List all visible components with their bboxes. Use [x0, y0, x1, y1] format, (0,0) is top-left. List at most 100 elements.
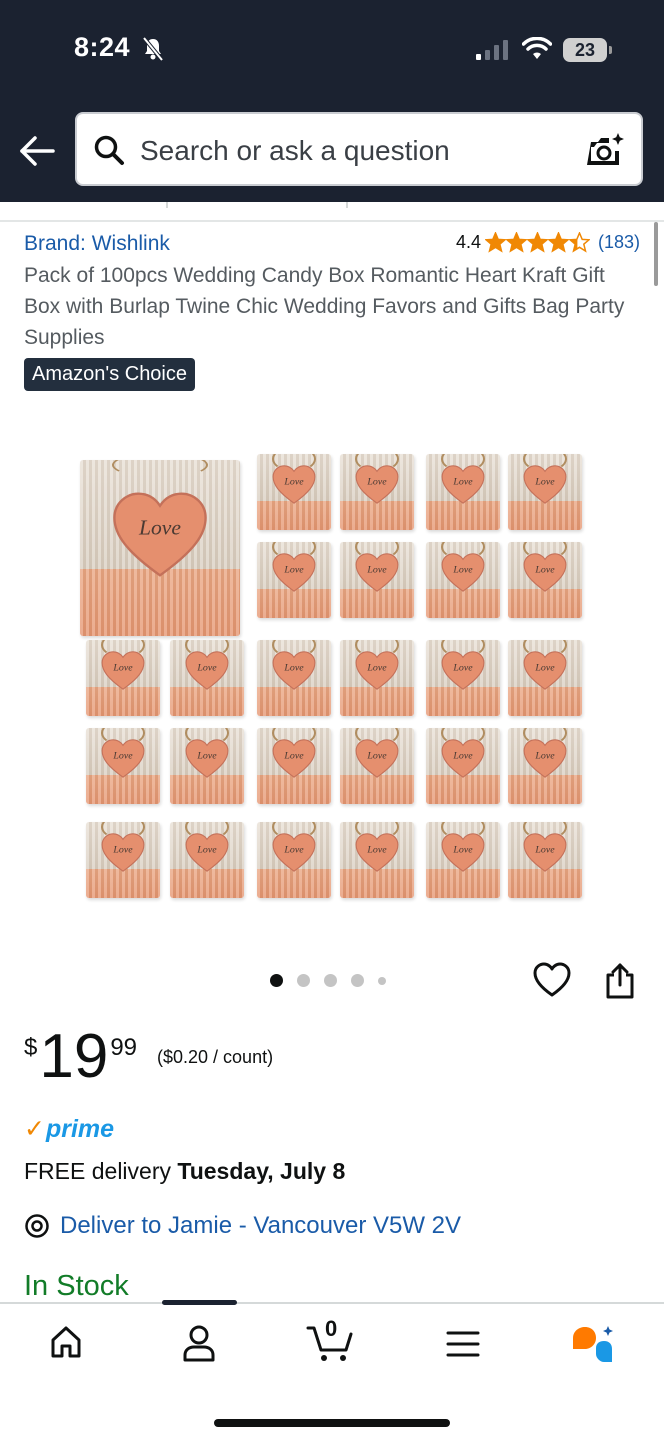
product-title: Pack of 100pcs Wedding Candy Box Romanti…	[24, 264, 625, 349]
svg-text:Love: Love	[452, 845, 473, 856]
svg-text:Love: Love	[366, 663, 387, 674]
brand-link[interactable]: Brand: Wishlink	[24, 232, 170, 256]
rating-summary[interactable]: 4.4 (183)	[456, 232, 640, 253]
battery-indicator: 23	[563, 38, 612, 62]
star-icon	[547, 232, 569, 253]
star-icon	[505, 232, 527, 253]
wifi-icon	[522, 37, 552, 59]
gift-box: Love	[257, 640, 331, 716]
star-icon	[526, 232, 548, 253]
search-icon	[94, 135, 124, 165]
product-image[interactable]: Love Love Love Love Love Love Love Love Love Love…	[70, 408, 594, 918]
gift-box: Love	[508, 454, 582, 530]
share-icon[interactable]	[604, 962, 636, 1000]
carousel-dot[interactable]	[270, 974, 283, 987]
svg-text:Love: Love	[112, 751, 133, 762]
search-input[interactable]: Search or ask a question	[140, 135, 450, 167]
svg-text:Love: Love	[366, 751, 387, 762]
gift-box: Love	[257, 822, 331, 898]
love-heart-icon: Love	[112, 492, 208, 583]
unit-price: ($0.20 / count)	[157, 1047, 274, 1067]
star-icon	[484, 232, 506, 253]
home-icon[interactable]	[48, 1324, 84, 1360]
camera-search-icon[interactable]	[587, 132, 625, 168]
star-rating-icon	[484, 232, 590, 253]
bottom-nav: 0	[0, 1300, 664, 1440]
gift-box: Love	[257, 728, 331, 804]
amazons-choice-badge[interactable]: Amazon's Choice	[24, 358, 195, 391]
svg-text:Love: Love	[366, 565, 387, 576]
svg-text:Love: Love	[196, 845, 217, 856]
svg-text:Love: Love	[452, 663, 473, 674]
featured-gift-box: Love	[80, 460, 240, 636]
rufus-icon[interactable]	[570, 1324, 618, 1364]
delivery-prefix: FREE delivery	[24, 1158, 178, 1184]
gift-box: Love	[340, 822, 414, 898]
gift-box: Love	[426, 640, 500, 716]
rating-value: 4.4	[455, 232, 481, 252]
svg-text:Love: Love	[534, 845, 555, 856]
status-time: 8:24	[74, 32, 131, 62]
scrollbar[interactable]	[654, 222, 658, 286]
gift-box: Love	[426, 728, 500, 804]
carousel-dot[interactable]	[351, 974, 364, 987]
svg-text:Love: Love	[534, 477, 555, 488]
gift-box: Love	[340, 728, 414, 804]
svg-text:Love: Love	[138, 516, 181, 540]
svg-text:Love: Love	[196, 751, 217, 762]
account-icon[interactable]	[181, 1324, 217, 1362]
prime-badge: ✓ prime	[24, 1114, 114, 1144]
svg-text:Love: Love	[452, 477, 473, 488]
svg-text:Love: Love	[534, 663, 555, 674]
gift-box: Love	[426, 822, 500, 898]
bell-muted-icon	[142, 36, 164, 62]
price-whole: 19	[39, 1022, 109, 1091]
home-indicator	[214, 1419, 450, 1427]
gift-box: Love	[508, 728, 582, 804]
svg-text:Love: Love	[283, 751, 304, 762]
deliver-to-text[interactable]: Deliver to Jamie - Vancouver V5W 2V	[60, 1212, 461, 1240]
menu-icon[interactable]	[446, 1330, 480, 1358]
twine-bow	[112, 460, 208, 478]
svg-text:Love: Love	[283, 565, 304, 576]
svg-text:Love: Love	[112, 663, 133, 674]
carousel-dot[interactable]	[297, 974, 310, 987]
deliver-to-link[interactable]: Deliver to Jamie - Vancouver V5W 2V	[24, 1212, 461, 1240]
svg-text:Love: Love	[366, 845, 387, 856]
gift-box: Love	[86, 728, 160, 804]
svg-text:Love: Love	[283, 477, 304, 488]
gift-box: Love	[508, 640, 582, 716]
gift-box: Love	[257, 542, 331, 618]
back-arrow-icon[interactable]	[18, 134, 56, 168]
wishlist-heart-icon[interactable]	[533, 962, 571, 998]
search-bar[interactable]: Search or ask a question	[75, 112, 643, 186]
svg-text:Love: Love	[534, 565, 555, 576]
carousel-dot[interactable]	[324, 974, 337, 987]
svg-text:Love: Love	[196, 663, 217, 674]
image-carousel-dots[interactable]	[270, 974, 400, 987]
location-pin-icon	[25, 1214, 49, 1238]
gift-box: Love	[340, 640, 414, 716]
subnav-divider	[0, 202, 664, 222]
stock-status: In Stock	[24, 1270, 129, 1302]
active-tab-indicator	[162, 1300, 237, 1305]
gift-box: Love	[426, 454, 500, 530]
gift-box: Love	[170, 728, 244, 804]
carousel-dot[interactable]	[378, 976, 386, 985]
price-currency: $	[24, 1034, 38, 1061]
cart-button[interactable]: 0	[306, 1316, 356, 1364]
top-header: 8:24 23 Search or ask a question	[0, 0, 664, 202]
svg-text:Love: Love	[534, 751, 555, 762]
prime-label: prime	[45, 1114, 115, 1143]
gift-box: Love	[257, 454, 331, 530]
star-icon	[568, 232, 590, 253]
gift-box: Love	[508, 822, 582, 898]
gift-box: Love	[340, 542, 414, 618]
svg-text:Love: Love	[283, 663, 304, 674]
delivery-info: FREE delivery Tuesday, July 8	[24, 1158, 345, 1185]
review-count[interactable]: (183)	[598, 232, 640, 253]
delivery-date: Tuesday, July 8	[177, 1158, 346, 1184]
svg-text:Love: Love	[452, 751, 473, 762]
gift-box: Love	[340, 454, 414, 530]
gift-box: Love	[86, 640, 160, 716]
